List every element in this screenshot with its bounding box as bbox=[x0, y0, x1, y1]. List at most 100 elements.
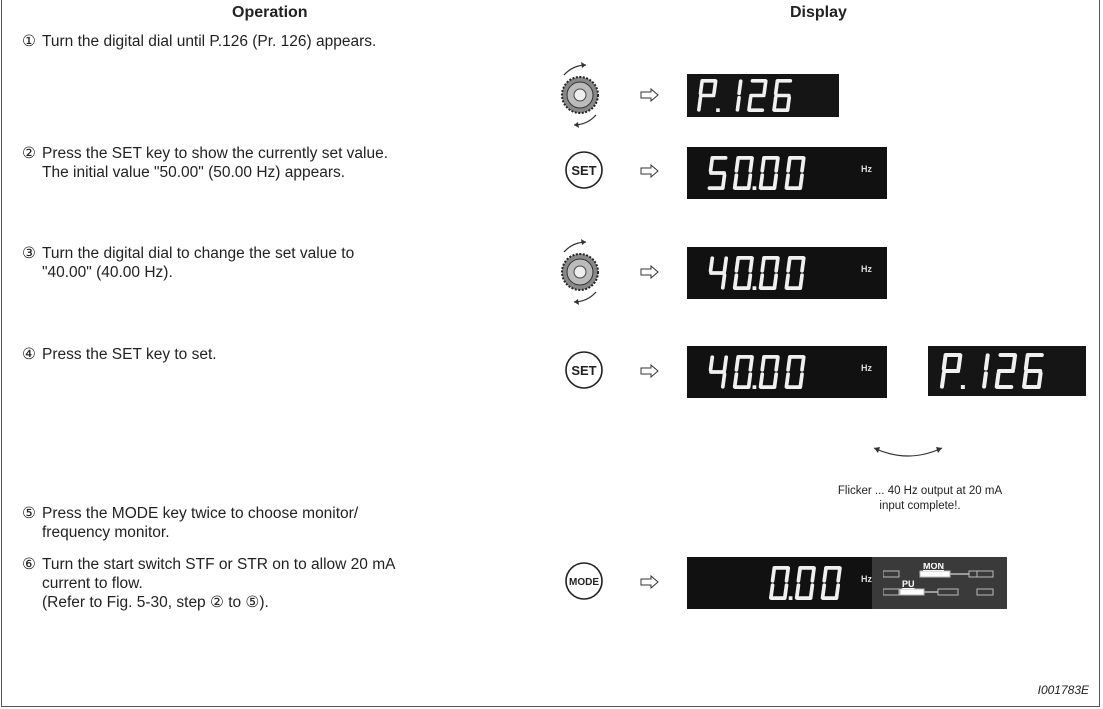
step-4: ④ Press the SET key to set. bbox=[22, 345, 217, 364]
decimal-point bbox=[752, 286, 757, 290]
step-text: Press the SET key to show the currently … bbox=[42, 145, 389, 162]
seven-segment-readout bbox=[705, 256, 815, 299]
segment bbox=[1023, 353, 1030, 371]
step-text: current to flow. bbox=[42, 575, 143, 592]
segment bbox=[774, 355, 780, 372]
segment bbox=[772, 173, 779, 190]
segment bbox=[708, 156, 715, 173]
segment bbox=[748, 355, 754, 372]
segment bbox=[798, 273, 804, 290]
caption-line: input complete!. bbox=[879, 500, 961, 512]
hz-unit-label: Hz bbox=[861, 574, 872, 584]
segment bbox=[772, 273, 779, 290]
segment bbox=[994, 371, 1001, 389]
segment bbox=[1022, 371, 1028, 389]
segment bbox=[782, 583, 789, 600]
segment bbox=[836, 566, 842, 583]
operation-header: Operation bbox=[232, 4, 308, 21]
set-key-icon[interactable]: SET bbox=[564, 150, 604, 190]
segment bbox=[760, 156, 766, 173]
right-arrow-icon bbox=[640, 575, 659, 589]
segment bbox=[800, 355, 806, 372]
segment bbox=[734, 355, 740, 372]
segment bbox=[720, 273, 727, 290]
segment bbox=[798, 173, 804, 190]
step-text: Press the SET key to set. bbox=[42, 346, 217, 363]
segment bbox=[732, 372, 739, 389]
step-5: ⑤ Press the MODE key twice to choose moni… bbox=[22, 504, 358, 542]
figure-code: I001783E bbox=[1037, 683, 1089, 697]
step-6: ⑥ Turn the start switch STF or STR on to … bbox=[22, 555, 395, 612]
segment bbox=[698, 79, 704, 96]
segment bbox=[820, 583, 827, 600]
segment bbox=[697, 95, 703, 112]
segment bbox=[794, 583, 801, 600]
segment bbox=[772, 372, 779, 389]
decimal-point bbox=[960, 385, 965, 389]
segment bbox=[810, 566, 816, 583]
segment bbox=[800, 256, 806, 273]
step-number: ③ bbox=[22, 245, 36, 262]
step-1: ① Turn the digital dial until P.126 (Pr. … bbox=[22, 32, 376, 51]
segment bbox=[786, 256, 792, 273]
digital-dial-icon[interactable] bbox=[550, 232, 610, 312]
decimal-point bbox=[752, 186, 757, 190]
seven-segment-readout bbox=[705, 355, 815, 398]
segment bbox=[758, 173, 765, 190]
display-monitor-panel: Hz MON PU bbox=[687, 557, 1007, 609]
digital-dial-icon[interactable] bbox=[550, 55, 610, 135]
segment bbox=[746, 372, 753, 389]
segment bbox=[939, 371, 946, 389]
seven-segment-readout bbox=[767, 566, 851, 609]
segment bbox=[712, 79, 718, 96]
segment bbox=[1036, 371, 1043, 389]
mode-indicator-leds: MON PU bbox=[883, 563, 994, 596]
segment bbox=[786, 156, 792, 173]
segment bbox=[834, 583, 841, 600]
pu-label: PU bbox=[902, 579, 915, 589]
segment bbox=[746, 173, 753, 190]
mode-key-icon[interactable]: MODE bbox=[564, 561, 604, 601]
right-arrow-icon bbox=[640, 364, 659, 378]
step-text: Press the MODE key twice to choose monit… bbox=[42, 505, 359, 522]
segment bbox=[822, 566, 828, 583]
segment bbox=[720, 372, 727, 389]
segment bbox=[708, 256, 715, 273]
set-key-icon[interactable]: SET bbox=[564, 350, 604, 390]
segment bbox=[722, 256, 729, 273]
segment bbox=[774, 256, 780, 273]
segment bbox=[734, 156, 740, 173]
segment bbox=[982, 371, 988, 389]
segment bbox=[784, 273, 790, 290]
step-number: ② bbox=[22, 145, 36, 162]
segment bbox=[784, 566, 791, 583]
caption-line: Flicker ... 40 Hz output at 20 mA bbox=[837, 485, 1003, 497]
set-key-label: SET bbox=[571, 163, 596, 178]
decimal-point bbox=[716, 108, 720, 112]
segment bbox=[708, 355, 715, 372]
segment bbox=[1011, 353, 1018, 371]
display-p126-flicker bbox=[928, 346, 1086, 396]
flicker-caption: Flicker ... 40 Hz output at 20 mA input … bbox=[800, 484, 1040, 514]
step-number: ④ bbox=[22, 346, 36, 363]
display-header: Display bbox=[790, 4, 847, 21]
segment bbox=[735, 95, 741, 112]
segment bbox=[748, 156, 754, 173]
mode-key-label: MODE bbox=[569, 577, 599, 588]
hz-unit-label: Hz bbox=[861, 264, 872, 274]
step-number: ⑥ bbox=[22, 556, 36, 573]
step-text: Turn the digital dial to change the set … bbox=[42, 245, 355, 262]
segment bbox=[772, 95, 778, 112]
segment bbox=[769, 583, 775, 600]
hz-unit-label: Hz bbox=[861, 363, 872, 373]
right-arrow-icon bbox=[640, 265, 659, 279]
set-key-label: SET bbox=[571, 363, 596, 378]
step-text: The initial value "50.00" (50.00 Hz) app… bbox=[42, 164, 346, 181]
segment bbox=[760, 256, 766, 273]
segment bbox=[784, 173, 790, 190]
seven-segment-readout bbox=[938, 352, 1054, 398]
segment bbox=[784, 372, 790, 389]
segment bbox=[732, 173, 739, 190]
segment bbox=[785, 95, 792, 112]
step-text: Turn the start switch STF or STR on to a… bbox=[42, 556, 396, 573]
